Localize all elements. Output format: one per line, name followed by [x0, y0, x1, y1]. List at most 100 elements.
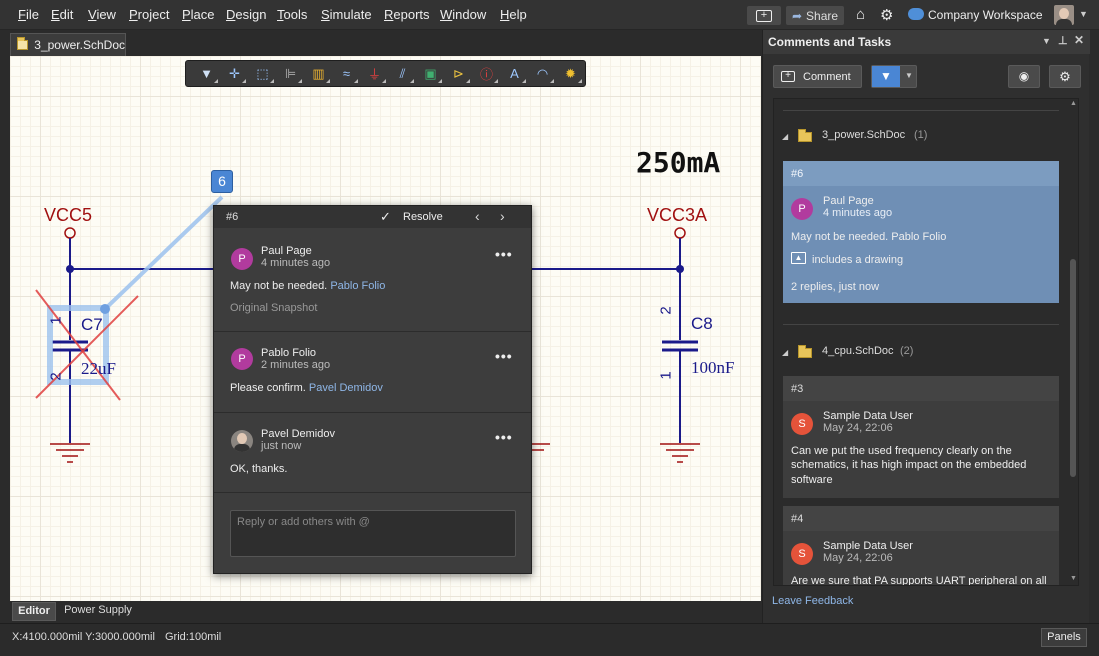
home-icon[interactable]: ⌂	[856, 6, 865, 23]
panel-title-text: Comments and Tasks	[768, 35, 892, 49]
card-id: #6	[783, 161, 1059, 186]
panel-menu-icon[interactable]: ▼	[1042, 36, 1051, 46]
bus-icon[interactable]: ⫽	[390, 64, 415, 84]
popup-comment-id: #6	[226, 211, 239, 223]
text-icon[interactable]: A	[502, 64, 527, 84]
comment-card[interactable]: #4 S Sample Data User May 24, 22:06 Are …	[783, 506, 1059, 586]
card-id: #3	[783, 376, 1059, 401]
gear-icon[interactable]: ⚙	[880, 6, 893, 24]
power-port-icon[interactable]: ⏚	[362, 64, 387, 84]
avatar: S	[791, 413, 813, 435]
expand-icon[interactable]: ◢	[782, 348, 788, 357]
mention-link[interactable]: Pavel Demidov	[309, 382, 383, 394]
align-icon[interactable]: ⊫	[278, 64, 303, 84]
sun-icon[interactable]: ✹	[558, 64, 583, 84]
port-icon[interactable]: ⊳	[446, 64, 471, 84]
entry-time: just now	[261, 440, 302, 452]
previous-icon[interactable]: ‹	[475, 208, 480, 224]
share-button[interactable]: ➦ Share	[786, 6, 844, 25]
panel-settings-button[interactable]: ⚙	[1049, 65, 1081, 88]
menu-project[interactable]: Project	[129, 7, 169, 22]
vcc3a-port	[674, 227, 686, 239]
menu-help[interactable]: Help	[500, 7, 527, 22]
scroll-down-icon[interactable]: ▼	[1070, 575, 1077, 582]
document-tab[interactable]: 3_power.SchDoc	[10, 33, 126, 56]
menu-view[interactable]: View	[88, 7, 116, 22]
original-snapshot-link[interactable]: Original Snapshot	[230, 302, 317, 314]
scroll-up-icon[interactable]: ▲	[1070, 100, 1077, 107]
tab-power-supply[interactable]: Power Supply	[58, 602, 138, 621]
card-text: May not be needed. Pablo Folio	[791, 231, 947, 243]
workspace-label[interactable]: Company Workspace	[928, 8, 1043, 22]
cursor-coordinates: X:4100.000mil Y:3000.000mil	[12, 631, 155, 643]
card-time: May 24, 22:06	[823, 422, 893, 434]
thread-entry: Pavel Demidov just now ••• OK, thanks.	[214, 413, 531, 493]
select-area-icon[interactable]: ⬚	[250, 64, 275, 84]
more-options-icon[interactable]: •••	[495, 429, 513, 445]
filter-dropdown[interactable]: ▼ ▼	[871, 65, 917, 88]
harness-icon[interactable]: ▣	[418, 64, 443, 84]
card-attachment: includes a drawing	[812, 254, 904, 266]
menu-edit[interactable]: Edit	[51, 7, 73, 22]
reply-input[interactable]: Reply or add others with @	[230, 510, 516, 557]
component-icon[interactable]: ▥	[306, 64, 331, 84]
visibility-toggle[interactable]: ◉	[1008, 65, 1040, 88]
menu-simulate[interactable]: Simulate	[321, 7, 372, 22]
c8-value: 100nF	[691, 358, 735, 377]
card-text-line: Can we put the used frequency clearly on…	[791, 445, 1012, 457]
card-time: 4 minutes ago	[823, 207, 893, 219]
check-icon[interactable]: ✓	[380, 209, 391, 225]
menu-reports[interactable]: Reports	[384, 7, 430, 22]
chevron-down-icon[interactable]: ▼	[1079, 9, 1088, 19]
comment-button[interactable]: + Comment	[773, 65, 862, 88]
more-options-icon[interactable]: •••	[495, 246, 513, 262]
scrollbar-thumb[interactable]	[1070, 259, 1076, 477]
active-bar-toolbar: ▼ ✛ ⬚ ⊫ ▥ ≈ ⏚ ⫽ ▣ ⊳ ⓘ A ◠ ✹	[185, 60, 586, 87]
comment-marker[interactable]: 6	[211, 170, 233, 193]
menu-place[interactable]: Place	[182, 7, 215, 22]
marker-anchor	[100, 304, 110, 314]
grid-size: Grid:100mil	[165, 631, 222, 643]
c7-pin-2: 2	[47, 372, 65, 381]
vcc5-port	[64, 227, 76, 239]
card-author: Sample Data User	[823, 540, 913, 552]
no-erc-icon[interactable]: ⓘ	[474, 64, 499, 84]
menu-file[interactable]: File	[18, 7, 39, 22]
add-comment-button[interactable]: +	[747, 6, 781, 25]
scrollbar[interactable]: ▲ ▼	[1068, 99, 1078, 585]
filter-icon[interactable]: ▼	[194, 64, 219, 84]
card-text: Are we sure that PA supports UART periph…	[791, 575, 1047, 586]
schematic-doc-icon	[17, 37, 29, 50]
card-id: #4	[783, 506, 1059, 531]
crosshair-icon[interactable]: ✛	[222, 64, 247, 84]
c7-designator: C7	[81, 315, 103, 334]
panels-button[interactable]: Panels	[1041, 628, 1087, 647]
menu-window[interactable]: Window	[440, 7, 486, 22]
menu-tools[interactable]: Tools	[277, 7, 307, 22]
expand-icon[interactable]: ◢	[782, 132, 788, 141]
tab-editor[interactable]: Editor	[12, 602, 56, 621]
group-count: (1)	[914, 129, 928, 141]
card-text-line: schematics, it has high impact on the em…	[791, 459, 1027, 471]
mention-link[interactable]: Pablo Folio	[330, 280, 385, 292]
next-icon[interactable]: ›	[500, 208, 505, 224]
thread-entry: P Paul Page 4 minutes ago ••• May not be…	[214, 228, 531, 332]
current-note: 250mA	[636, 146, 721, 179]
leave-feedback-link[interactable]: Leave Feedback	[772, 595, 853, 607]
comment-list[interactable]: ◢ 3_power.SchDoc (1) #6 P Paul Page 4 mi…	[773, 98, 1079, 586]
arc-icon[interactable]: ◠	[530, 64, 555, 84]
resolve-button[interactable]: Resolve	[403, 211, 443, 223]
comment-card[interactable]: #3 S Sample Data User May 24, 22:06 Can …	[783, 376, 1059, 498]
comment-card-selected[interactable]: #6 P Paul Page 4 minutes ago May not be …	[783, 161, 1059, 303]
filter-icon: ▼	[872, 66, 900, 87]
more-options-icon[interactable]: •••	[495, 348, 513, 364]
user-avatar[interactable]	[1054, 5, 1074, 25]
group-file-name[interactable]: 4_cpu.SchDoc	[822, 345, 894, 357]
pin-icon[interactable]: ⊥	[1058, 34, 1068, 47]
card-text-line: software	[791, 474, 833, 486]
wire-icon[interactable]: ≈	[334, 64, 359, 84]
group-file-name[interactable]: 3_power.SchDoc	[822, 129, 905, 141]
card-replies[interactable]: 2 replies, just now	[791, 281, 879, 293]
menu-design[interactable]: Design	[226, 7, 266, 22]
close-icon[interactable]: ✕	[1074, 33, 1084, 47]
